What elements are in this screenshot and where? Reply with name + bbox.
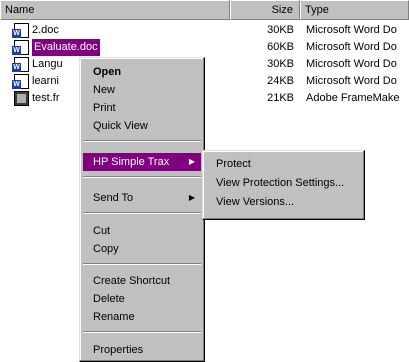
word-doc-icon: W [12,57,29,72]
menu-item-view-versions[interactable]: View Versions... [206,193,361,211]
menu-separator [83,140,201,142]
file-type: Microsoft Word Do [306,75,397,87]
file-size: 21KB [267,92,294,104]
file-type: Adobe FrameMake [306,92,400,104]
menu-item-open[interactable]: Open [83,63,201,81]
file-type: Microsoft Word Do [306,58,397,70]
context-menu: Open New Print Quick View HP Simple Trax… [79,57,205,362]
menu-item-label: HP Simple Trax [93,156,170,168]
menu-item-protect[interactable]: Protect [206,155,361,173]
menu-item-new[interactable]: New [83,81,201,99]
file-name: 2.doc [32,24,59,36]
file-name: Langu [32,58,63,70]
submenu-arrow-icon: ▶ [188,157,195,166]
file-size: 60KB [267,41,294,53]
menu-separator [83,263,201,265]
word-doc-icon: W [12,74,29,89]
word-doc-icon: W [12,40,29,55]
menu-item-quick-view[interactable]: Quick View [83,117,201,135]
menu-separator [83,176,201,178]
menu-item-send-to[interactable]: Send To ▶ [83,189,201,207]
column-header-type[interactable]: Type [300,0,409,20]
file-name: learni [32,75,59,87]
menu-item-rename[interactable]: Rename [83,308,201,326]
file-type: Microsoft Word Do [306,41,397,53]
menu-item-cut[interactable]: Cut [83,222,201,240]
menu-item-label: Send To [93,192,134,204]
menu-separator [83,212,201,214]
file-type: Microsoft Word Do [306,24,397,36]
menu-item-copy[interactable]: Copy [83,240,201,258]
menu-item-view-protection-settings[interactable]: View Protection Settings... [206,174,361,192]
file-name: test.fr [32,92,60,104]
file-size: 30KB [267,58,294,70]
menu-item-print[interactable]: Print [83,99,201,117]
menu-item-hp-simple-trax[interactable]: HP Simple Trax ▶ [83,153,201,171]
menu-separator [83,331,201,333]
column-header-size[interactable]: Size [230,0,300,20]
column-header-bar: Name Size Type [0,0,409,20]
menu-item-properties[interactable]: Properties [83,341,201,359]
hp-simple-trax-submenu: Protect View Protection Settings... View… [202,150,365,220]
file-row[interactable]: W 2.doc 30KB Microsoft Word Do [0,22,409,39]
file-size: 24KB [267,75,294,87]
file-row-selected[interactable]: W Evaluate.doc 60KB Microsoft Word Do [0,39,409,56]
word-doc-icon: W [12,23,29,38]
framemaker-doc-icon [14,91,29,106]
submenu-arrow-icon: ▶ [188,193,195,202]
file-name: Evaluate.doc [32,39,100,56]
menu-item-delete[interactable]: Delete [83,290,201,308]
menu-item-create-shortcut[interactable]: Create Shortcut [83,272,201,290]
column-header-name[interactable]: Name [0,0,230,20]
file-size: 30KB [267,24,294,36]
